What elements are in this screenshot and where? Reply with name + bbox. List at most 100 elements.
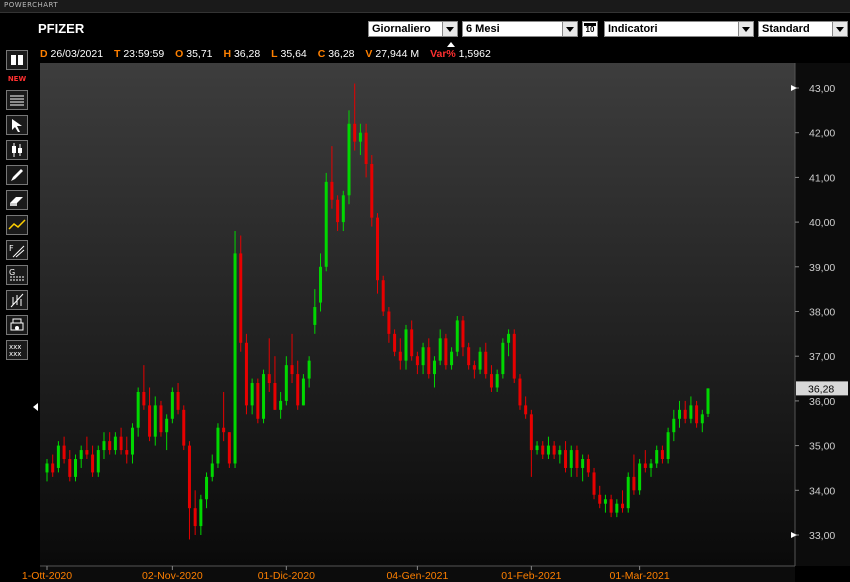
candle-body bbox=[307, 360, 311, 379]
candle-body bbox=[387, 311, 391, 334]
candle-body bbox=[672, 418, 676, 433]
candle-body bbox=[222, 427, 226, 433]
candle-body bbox=[130, 427, 134, 455]
candle-body bbox=[216, 427, 220, 464]
y-tick-label: 43,00 bbox=[809, 83, 835, 95]
candle-body bbox=[535, 445, 539, 451]
candle bbox=[592, 467, 596, 500]
candle bbox=[706, 388, 710, 417]
candle-body bbox=[239, 253, 243, 343]
last-price-label: 36,28 bbox=[808, 383, 834, 395]
candle-body bbox=[421, 347, 425, 366]
candle-body bbox=[495, 374, 499, 388]
candle-body bbox=[301, 378, 305, 406]
candle-body bbox=[438, 338, 442, 361]
candle-body bbox=[119, 436, 123, 451]
candle-body bbox=[148, 405, 152, 437]
candle-body bbox=[165, 418, 169, 433]
candle-body bbox=[376, 217, 379, 281]
candle bbox=[256, 378, 260, 424]
candle-body bbox=[472, 365, 476, 370]
candle-body bbox=[444, 338, 448, 366]
candle-body bbox=[632, 476, 636, 491]
y-tick-label: 36,00 bbox=[809, 396, 835, 408]
candle-body bbox=[353, 123, 357, 142]
candle-body bbox=[313, 307, 317, 325]
candle-body bbox=[666, 432, 670, 460]
candle bbox=[244, 333, 248, 415]
candle-body bbox=[529, 414, 533, 451]
candle-body bbox=[347, 123, 351, 196]
candle-body bbox=[336, 199, 340, 223]
candle bbox=[347, 110, 351, 205]
candle-body bbox=[51, 463, 55, 473]
x-tick-label: 04-Gen-2021 bbox=[386, 570, 448, 582]
candle-body bbox=[615, 503, 619, 513]
candle-body bbox=[284, 365, 288, 401]
candle-body bbox=[262, 374, 266, 419]
candle-body bbox=[524, 405, 528, 415]
candle bbox=[301, 374, 305, 406]
candle-body bbox=[700, 414, 704, 424]
candle-body bbox=[56, 445, 60, 468]
candle bbox=[518, 374, 522, 410]
y-tick-label: 41,00 bbox=[809, 172, 835, 184]
candle-body bbox=[683, 409, 687, 419]
candle-body bbox=[678, 409, 682, 419]
candle-body bbox=[609, 499, 613, 513]
candle-body bbox=[273, 383, 277, 410]
candle-body bbox=[68, 459, 72, 477]
candle bbox=[512, 329, 516, 384]
candle-body bbox=[319, 266, 323, 303]
candle-body bbox=[136, 391, 140, 428]
candle-body bbox=[341, 195, 345, 223]
y-tick-label: 34,00 bbox=[809, 485, 835, 497]
y-tick-label: 37,00 bbox=[809, 351, 835, 363]
candle-body bbox=[621, 503, 625, 509]
candle bbox=[638, 459, 642, 495]
candle-body bbox=[199, 499, 203, 527]
candle-body bbox=[564, 450, 568, 468]
candle-body bbox=[689, 405, 693, 419]
candle-body bbox=[706, 388, 710, 414]
candle-body bbox=[569, 450, 573, 468]
x-tick-label: 1-Ott-2020 bbox=[22, 570, 72, 582]
candle-body bbox=[96, 450, 100, 473]
candle bbox=[455, 315, 459, 357]
candle bbox=[381, 275, 385, 316]
candle-body bbox=[205, 476, 209, 500]
candle-body bbox=[478, 351, 482, 370]
candle bbox=[626, 472, 630, 513]
candle-body bbox=[432, 360, 436, 375]
candle-body bbox=[279, 400, 283, 410]
candle-body bbox=[410, 329, 414, 357]
candle-body bbox=[125, 450, 129, 455]
candle-body bbox=[415, 356, 419, 366]
candle-body bbox=[182, 409, 186, 446]
candle-body bbox=[45, 463, 49, 473]
candle-body bbox=[250, 383, 254, 406]
candle-body bbox=[187, 445, 191, 509]
candle bbox=[96, 445, 100, 477]
candle-body bbox=[256, 383, 260, 419]
candle-body bbox=[159, 405, 163, 433]
candle bbox=[444, 333, 448, 370]
candle-body bbox=[267, 374, 271, 384]
price-chart[interactable]: 43,00 42,00 41,00 40,00 39,00 38,00 37,00 36,00… bbox=[0, 0, 850, 582]
candle-body bbox=[546, 445, 550, 455]
y-tick-label: 33,00 bbox=[809, 530, 835, 542]
candle-body bbox=[484, 351, 488, 375]
y-tick-label: 40,00 bbox=[809, 217, 835, 229]
candle-body bbox=[404, 329, 408, 361]
candle bbox=[501, 338, 505, 379]
y-tick-label: 38,00 bbox=[809, 307, 835, 319]
x-tick-label: 01-Mar-2021 bbox=[610, 570, 670, 582]
candle-body bbox=[592, 472, 596, 495]
candle-body bbox=[461, 320, 465, 348]
candle-body bbox=[153, 405, 157, 437]
candle-body bbox=[324, 181, 328, 267]
candle-body bbox=[638, 463, 642, 491]
candle-body bbox=[575, 450, 579, 468]
candle-body bbox=[227, 432, 231, 464]
candle-body bbox=[290, 365, 294, 375]
